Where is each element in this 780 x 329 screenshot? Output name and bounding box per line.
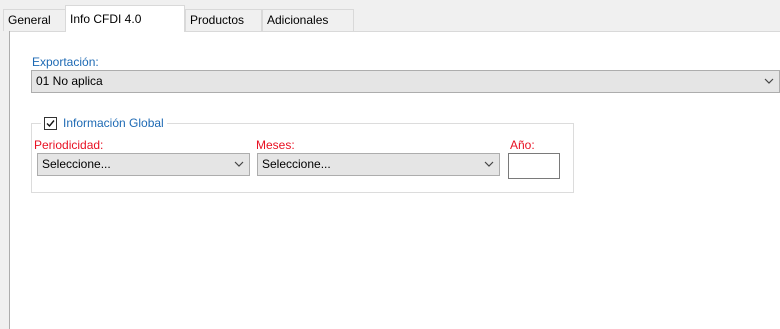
tab-bar: General Info CFDI 4.0 Productos Adiciona… <box>0 0 780 32</box>
exportacion-label: Exportación: <box>32 55 99 69</box>
chevron-down-icon <box>764 71 774 92</box>
informacion-global-checkbox[interactable] <box>44 116 57 130</box>
tab-general[interactable]: General <box>3 9 66 31</box>
anio-label: Año: <box>510 138 535 152</box>
informacion-global-legend: Información Global <box>41 114 167 132</box>
exportacion-select[interactable]: 01 No aplica <box>31 70 780 93</box>
meses-label: Meses: <box>256 138 295 152</box>
tab-label: General <box>8 13 51 27</box>
chevron-down-icon <box>234 154 244 175</box>
periodicidad-label: Periodicidad: <box>34 138 104 152</box>
periodicidad-value: Seleccione... <box>42 157 111 171</box>
tab-info-cfdi[interactable]: Info CFDI 4.0 <box>65 5 185 32</box>
meses-value: Seleccione... <box>262 157 331 171</box>
informacion-global-label: Información Global <box>63 116 164 130</box>
chevron-down-icon <box>484 154 494 175</box>
meses-select[interactable]: Seleccione... <box>257 153 500 176</box>
tab-adicionales[interactable]: Adicionales <box>262 9 354 31</box>
panel-border <box>9 31 10 329</box>
tab-productos[interactable]: Productos <box>185 9 262 31</box>
checkbox-checked-icon <box>46 119 55 127</box>
anio-input[interactable] <box>508 153 560 179</box>
periodicidad-select[interactable]: Seleccione... <box>37 153 250 176</box>
tab-label: Adicionales <box>267 13 329 27</box>
tab-label: Productos <box>190 13 245 27</box>
exportacion-value: 01 No aplica <box>36 74 103 88</box>
tab-label: Info CFDI 4.0 <box>70 12 142 26</box>
